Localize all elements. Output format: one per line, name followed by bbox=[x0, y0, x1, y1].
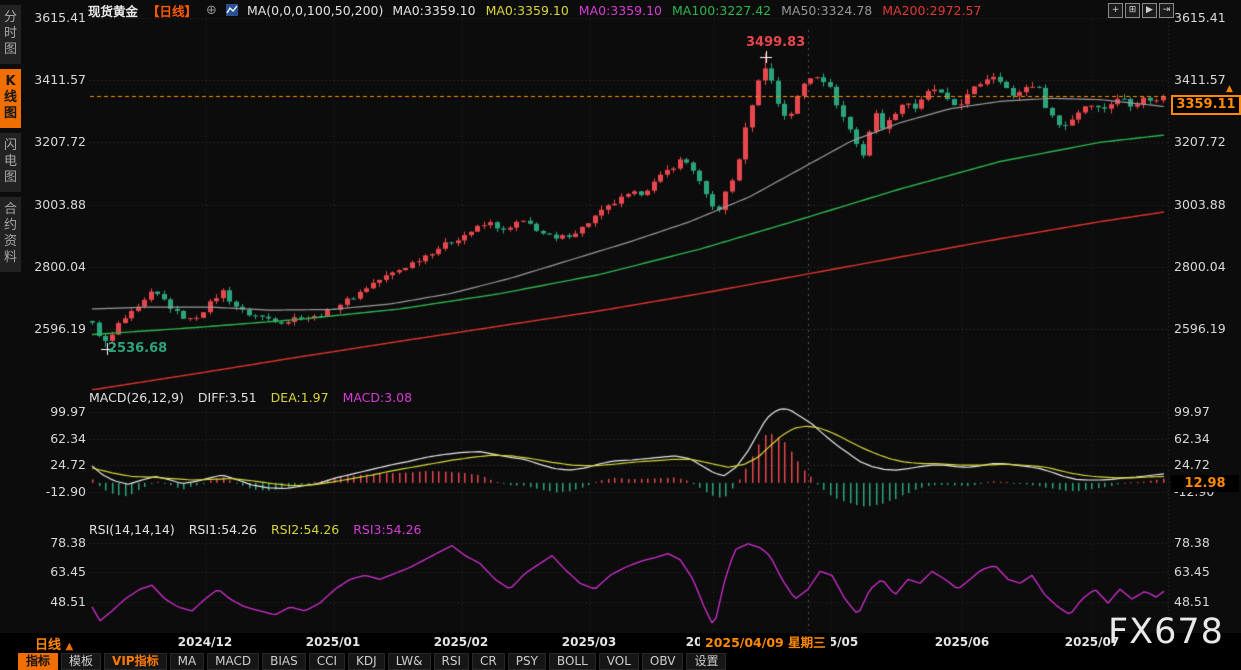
rsi3-value: RSI3:54.26 bbox=[353, 522, 421, 537]
main-ytick-left-2: 3207.72 bbox=[34, 134, 86, 150]
ma-value-1: MA0:3359.10 bbox=[486, 3, 569, 18]
ma-settings-label: MA(0,0,0,100,50,200) bbox=[247, 3, 383, 18]
macd-ytick-left-0: 99.97 bbox=[34, 404, 86, 420]
ma-value-4: MA50:3324.78 bbox=[781, 3, 872, 18]
sidebar-item-1[interactable]: K线图 bbox=[0, 69, 21, 128]
month-tick-0: 2024/12 bbox=[178, 635, 232, 649]
main-ytick-left-1: 3411.57 bbox=[34, 72, 86, 88]
ma-value-3: MA100:3227.42 bbox=[672, 3, 771, 18]
toolbar-button-CR[interactable]: CR bbox=[472, 653, 505, 670]
ma-value-5: MA200:2972.57 bbox=[882, 3, 981, 18]
date-axis: 日线 ▲ 2024/12 2025/01 2025/02 2025/03 2025/04… bbox=[0, 633, 1241, 652]
period-selector[interactable]: 日线 ▲ bbox=[35, 634, 73, 653]
toolbar-button-RSI[interactable]: RSI bbox=[434, 653, 470, 670]
toolbar-button-VIP指标[interactable]: VIP指标 bbox=[104, 653, 167, 670]
high-price-annotation: 3499.83 bbox=[746, 35, 805, 50]
month-tick-2: 2025/02 bbox=[434, 635, 488, 649]
main-ytick-right-3: 3003.88 bbox=[1174, 197, 1226, 213]
pan-tool-icon[interactable]: + bbox=[1108, 3, 1123, 18]
toolbar-button-BIAS[interactable]: BIAS bbox=[262, 653, 306, 670]
rsi2-value: RSI2:54.26 bbox=[271, 522, 339, 537]
rsi-ytick-right-2: 48.51 bbox=[1174, 594, 1226, 610]
rsi-params-label: RSI(14,14,14) bbox=[89, 522, 175, 537]
add-indicator-icon[interactable]: ⊕ bbox=[206, 3, 217, 18]
toolbar-button-KDJ[interactable]: KDJ bbox=[348, 653, 385, 670]
toolbar-button-设置[interactable]: 设置 bbox=[686, 653, 726, 670]
toolbar-button-CCI[interactable]: CCI bbox=[309, 653, 345, 670]
toolbar-button-模板[interactable]: 模板 bbox=[61, 653, 101, 670]
macd-header: MACD(26,12,9) DIFF:3.51 DEA:1.97 MACD:3.… bbox=[89, 390, 422, 405]
rsi-ytick-right-0: 78.38 bbox=[1174, 535, 1226, 551]
rsi-ytick-left-0: 78.38 bbox=[34, 535, 86, 551]
macd-ytick-right-2: 24.72 bbox=[1174, 457, 1226, 473]
play-forward-icon[interactable]: ▶ bbox=[1142, 3, 1157, 18]
rsi-ytick-left-1: 63.45 bbox=[34, 564, 86, 580]
macd-latest-tag: 12.98 bbox=[1171, 475, 1239, 492]
main-ytick-left-4: 2800.04 bbox=[34, 259, 86, 275]
main-ytick-right-5: 2596.19 bbox=[1174, 321, 1226, 337]
price-marker-icon: ▲ bbox=[1226, 84, 1233, 94]
sidebar-item-2[interactable]: 闪电图 bbox=[0, 133, 21, 192]
month-tick-1: 2025/01 bbox=[306, 635, 360, 649]
toolbar-button-MACD[interactable]: MACD bbox=[207, 653, 259, 670]
main-ytick-left-5: 2596.19 bbox=[34, 321, 86, 337]
toolbar-button-VOL[interactable]: VOL bbox=[599, 653, 639, 670]
ma-values: MA0:3359.10 MA0:3359.10 MA0:3359.10 MA100:3… bbox=[392, 3, 981, 18]
rsi-ytick-left-2: 48.51 bbox=[34, 594, 86, 610]
toolbar-button-BOLL[interactable]: BOLL bbox=[549, 653, 596, 670]
zoom-range-icon[interactable]: ⊞ bbox=[1125, 3, 1140, 18]
macd-params-label: MACD(26,12,9) bbox=[89, 390, 184, 405]
period-tag: 【日线】 bbox=[147, 1, 197, 20]
macd-ytick-right-0: 99.97 bbox=[1174, 404, 1226, 420]
macd-dea-value: DEA:1.97 bbox=[271, 390, 329, 405]
month-tick-6: 2025/06 bbox=[935, 635, 989, 649]
main-ytick-right-2: 3207.72 bbox=[1174, 134, 1226, 150]
main-ytick-left-3: 3003.88 bbox=[34, 197, 86, 213]
rsi1-value: RSI1:54.26 bbox=[189, 522, 257, 537]
macd-ytick-right-1: 62.34 bbox=[1174, 431, 1226, 447]
left-sidebar: 分时图 K线图闪电图合约资料 bbox=[0, 0, 26, 652]
indicator-toolbar: 指标模板VIP指标MAMACDBIASCCIKDJLW&RSICRPSYBOLL… bbox=[0, 652, 1241, 670]
chart-canvas[interactable] bbox=[0, 0, 1241, 670]
main-ytick-right-4: 2800.04 bbox=[1174, 259, 1226, 275]
jump-latest-icon[interactable]: ⇥ bbox=[1159, 3, 1174, 18]
trading-app-window: 分时图 K线图闪电图合约资料 现货黄金 【日线】 ⊕ MA(0,0,0,100,5… bbox=[0, 0, 1241, 670]
toolbar-button-PSY[interactable]: PSY bbox=[508, 653, 546, 670]
macd-macd-value: MACD:3.08 bbox=[343, 390, 413, 405]
rsi-ytick-right-1: 63.45 bbox=[1174, 564, 1226, 580]
macd-ytick-left-3: -12.90 bbox=[34, 484, 86, 500]
macd-ytick-left-1: 62.34 bbox=[34, 431, 86, 447]
sidebar-item-0[interactable]: 分时图 bbox=[0, 5, 21, 64]
toolbar-button-指标[interactable]: 指标 bbox=[18, 653, 58, 670]
crosshair-date-tooltip: 2025/04/09 星期三 bbox=[700, 633, 831, 652]
sidebar-item-3[interactable]: 合约资料 bbox=[0, 197, 21, 272]
toolbar-button-LW&[interactable]: LW& bbox=[388, 653, 431, 670]
macd-diff-value: DIFF:3.51 bbox=[198, 390, 257, 405]
chart-header: 现货黄金 【日线】 ⊕ MA(0,0,0,100,50,200) MA0:335… bbox=[88, 2, 981, 18]
main-ytick-right-1: 3411.57 bbox=[1174, 72, 1226, 88]
month-tick-3: 2025/03 bbox=[562, 635, 616, 649]
toolbar-button-OBV[interactable]: OBV bbox=[642, 653, 684, 670]
rsi-header: RSI(14,14,14) RSI1:54.26 RSI2:54.26 RSI3… bbox=[89, 522, 431, 537]
main-ytick-left-0: 3615.41 bbox=[34, 10, 86, 26]
ma-indicator-icon[interactable] bbox=[226, 4, 238, 16]
ma-value-2: MA0:3359.10 bbox=[579, 3, 662, 18]
chevron-up-icon: ▲ bbox=[66, 641, 74, 652]
ma-value-0: MA0:3359.10 bbox=[392, 3, 475, 18]
symbol-title: 现货黄金 bbox=[88, 1, 138, 20]
toolbar-button-MA[interactable]: MA bbox=[170, 653, 205, 670]
main-ytick-right-0: 3615.41 bbox=[1174, 10, 1226, 26]
last-price-tag: 3359.11 bbox=[1171, 95, 1241, 115]
macd-ytick-left-2: 24.72 bbox=[34, 457, 86, 473]
chart-tool-icons: +⊞▶⇥ bbox=[1108, 3, 1174, 18]
brand-watermark: FX678 bbox=[1108, 612, 1224, 652]
low-price-annotation: 2536.68 bbox=[108, 341, 167, 356]
